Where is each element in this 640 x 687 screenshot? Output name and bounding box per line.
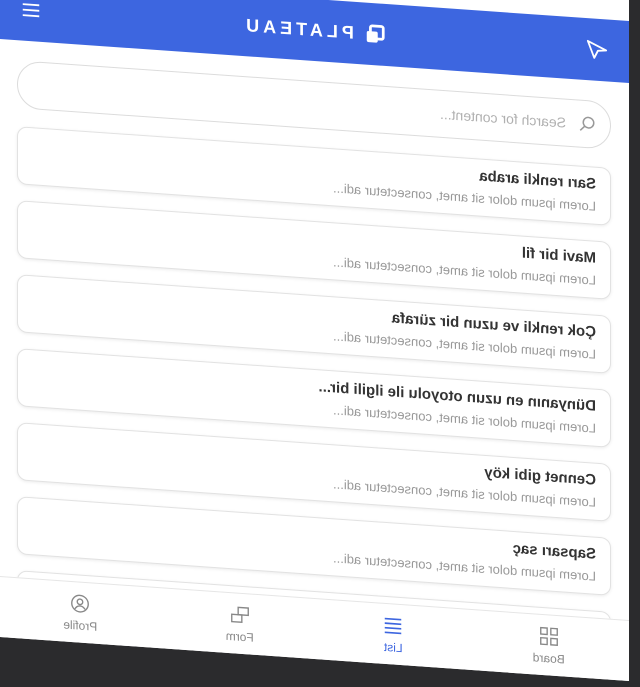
tab-board[interactable]: Board <box>532 624 565 667</box>
board-icon <box>539 626 558 646</box>
menu-icon[interactable] <box>17 0 45 25</box>
list-icon <box>385 617 402 635</box>
tab-form-label: Form <box>225 628 254 645</box>
form-icon <box>230 606 249 624</box>
plateau-logo-icon <box>366 24 385 43</box>
tab-board-label: Board <box>532 650 565 667</box>
brand-logo: PLATEAU <box>242 14 386 46</box>
tab-list[interactable]: List <box>382 614 404 656</box>
send-icon[interactable] <box>583 35 611 65</box>
tab-list-label: List <box>383 639 403 656</box>
tab-profile[interactable]: Profile <box>63 591 98 634</box>
tab-profile-label: Profile <box>63 617 98 634</box>
profile-icon <box>71 594 90 613</box>
brand-name: PLATEAU <box>242 14 354 43</box>
search-icon <box>579 116 595 131</box>
phone-screen: PLATEAU Sarı renkli araba Lorem ipsum do… <box>0 0 629 682</box>
tab-form[interactable]: Form <box>226 603 254 645</box>
search-input[interactable] <box>32 76 568 132</box>
app-screen: PLATEAU Sarı renkli araba Lorem ipsum do… <box>0 0 629 682</box>
